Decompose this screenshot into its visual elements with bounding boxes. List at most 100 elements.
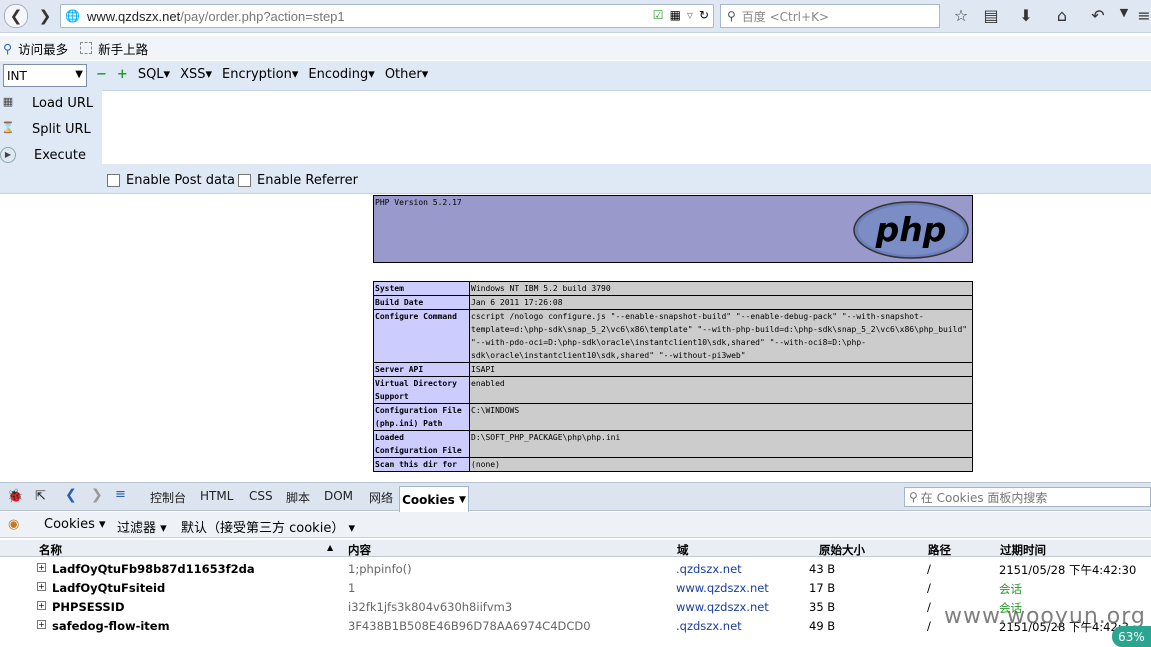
col-domain[interactable]: 域 [677,542,689,558]
tab-net[interactable]: 网络 [369,489,393,506]
command-line-icon[interactable]: ≡ [115,487,126,502]
enable-referrer-checkbox[interactable]: Enable Referrer [238,173,358,188]
bookmarks-list-icon[interactable]: ▤ [980,6,1002,28]
phpinfo-value: Windows NT IBM 5.2 build 3790 [469,281,973,296]
phpinfo-value: D:\SOFT_PHP_PACKAGE\php\php.ini [469,430,973,458]
checkbox-icon [107,174,120,187]
phpinfo-row: Configuration File (php.ini) Path C:\WIND… [373,403,973,431]
phpinfo-row: Loaded Configuration File D:\SOFT_PHP_PAC… [373,430,973,458]
chevron-down-icon: ▼ [75,69,83,80]
split-url-button[interactable]: ⌛ Split URL [0,121,100,137]
menu-encoding[interactable]: Encoding▾ [308,67,374,82]
watermark: www.wooyun.org [944,604,1146,629]
chevron-down-icon: ▼ [458,494,466,505]
execute-button[interactable]: ▶ Execute [0,147,100,163]
phpinfo-row: Configure Command cscript /nologo configu… [373,309,973,363]
col-expires[interactable]: 过期时间 [1000,542,1046,558]
cookie-value: i32fk1jfs3k804v630h8iifvm3 [348,600,513,614]
hackbar-menu: − + SQL▾ XSS▾ Encryption▾ Encoding▾ Othe… [96,67,428,82]
phpinfo-table: System Windows NT IBM 5.2 build 3790 Build… [373,281,973,472]
filter-menu[interactable]: 过滤器 ▾ [117,517,167,536]
cookies-menu[interactable]: Cookies ▾ [44,517,106,532]
cookie-name: LadfOyQtuFb98b87d11653f2da [52,562,255,576]
phpinfo-key: Virtual Directory Support [373,376,470,404]
phpinfo-value: ISAPI [469,362,973,377]
zoom-badge: 63% [1112,626,1151,647]
bookmarks-bar: ⚲ 访问最多 新手上路 [0,36,1151,60]
next-icon[interactable]: ❯ [91,487,103,503]
cookie-row[interactable]: + LadfOyQtuFb98b87d11653f2da 1;phpinfo() .q… [0,559,1151,578]
expand-plus-icon[interactable]: + [37,563,46,572]
php-logo: php [853,201,969,259]
menu-arrow-icon[interactable]: ▼ [1113,6,1135,28]
prev-icon[interactable]: ❮ [65,487,77,503]
phpinfo-header: PHP Version 5.2.17 php [373,195,973,263]
phpinfo-value: C:\WINDOWS [469,403,973,431]
menu-icon[interactable]: ≡ [1133,6,1151,28]
firebug-tabbar: 🐞 ⇱ ❮ ❯ ≡ 控制台 HTML CSS 脚本 DOM 网络 Cookies… [0,483,1151,512]
tab-cookies[interactable]: Cookies ▼ [399,486,469,512]
cookie-value: 3F438B1B508E46B96D78AA6974C4DCD0 [348,619,591,633]
phpinfo-key: Scan this dir for [373,457,470,472]
menu-xss[interactable]: XSS▾ [180,67,212,82]
enable-post-checkbox[interactable]: Enable Post data [107,173,235,188]
svg-text:php: php [875,210,947,249]
checkbox-icon [238,174,251,187]
bookmark-star-icon[interactable]: ☆ [950,6,972,28]
reload-icon[interactable]: ↻ [699,8,709,22]
plus-icon[interactable]: + [117,67,128,82]
cookie-row[interactable]: + LadfOyQtuFsiteid 1 www.qzdszx.net 17 B / 会话 [0,578,1151,597]
dropdown-arrow-icon[interactable]: ▿ [687,8,693,22]
firebug-icon[interactable]: 🐞 [7,489,23,504]
cookie-size: 35 B [809,600,836,614]
col-size[interactable]: 原始大小 [819,542,865,558]
menu-sql[interactable]: SQL▾ [138,67,170,82]
phpinfo-key: Configuration File (php.ini) Path [373,403,470,431]
qr-icon[interactable]: ▦ [670,8,681,22]
cookie-domain: .qzdszx.net [676,619,742,633]
php-version: PHP Version 5.2.17 [375,198,462,207]
tab-css[interactable]: CSS [249,489,273,503]
load-url-button[interactable]: ▦ Load URL [0,95,100,111]
col-value[interactable]: 内容 [348,542,371,558]
tab-dom[interactable]: DOM [324,489,353,503]
menu-encryption[interactable]: Encryption▾ [222,67,298,82]
default-policy-menu[interactable]: 默认（接受第三方 cookie） ▾ [181,517,355,536]
cookie-domain: www.qzdszx.net [676,600,769,614]
search-input[interactable]: ⚲ 百度 <Ctrl+K> [720,4,940,28]
phpinfo-row: Build Date Jan 6 2011 17:26:08 [373,295,973,310]
col-path[interactable]: 路径 [928,542,951,558]
download-icon[interactable]: ⬇ [1015,6,1037,28]
search-icon: ⚲ [727,9,736,23]
bookmark-most-visited[interactable]: 访问最多 [18,39,68,58]
cookie-domain: .qzdszx.net [676,562,742,576]
undo-icon[interactable]: ↶ [1087,6,1109,28]
back-button-icon[interactable]: ❮ [4,4,28,28]
forward-button-icon[interactable]: ❯ [34,5,56,27]
cookie-path: / [927,619,931,633]
phpinfo-row: Virtual Directory Support enabled [373,376,973,404]
minus-icon[interactable]: − [96,67,107,82]
address-bar[interactable]: 🌐 www.qzdszx.net/pay/order.php?action=st… [60,4,714,28]
tab-console[interactable]: 控制台 [150,489,186,506]
sort-asc-icon: ▲ [327,543,334,552]
menu-other[interactable]: Other▾ [385,67,428,82]
search-icon: ⚲ [909,490,918,504]
hackbar-url-textarea[interactable] [102,90,1151,164]
bookmark-getting-started[interactable]: 新手上路 [98,39,148,58]
inspect-icon[interactable]: ⇱ [35,489,46,504]
tab-script[interactable]: 脚本 [286,489,310,506]
shield-icon[interactable]: ☑ [653,8,664,22]
home-icon[interactable]: ⌂ [1051,6,1073,28]
phpinfo-key: System [373,281,470,296]
expand-plus-icon[interactable]: + [37,582,46,591]
phpinfo-row: System Windows NT IBM 5.2 build 3790 [373,281,973,296]
tab-html[interactable]: HTML [200,489,233,503]
int-select[interactable]: INT ▼ [3,64,87,87]
cookies-toolbar: ◉ Cookies ▾ 过滤器 ▾ 默认（接受第三方 cookie） ▾ [0,512,1151,538]
col-name[interactable]: 名称 [39,542,62,558]
cookies-search-input[interactable]: ⚲ 在 Cookies 面板内搜索 [904,487,1151,507]
expand-plus-icon[interactable]: + [37,620,46,629]
expand-plus-icon[interactable]: + [37,601,46,610]
split-url-icon: ⌛ [1,121,15,134]
